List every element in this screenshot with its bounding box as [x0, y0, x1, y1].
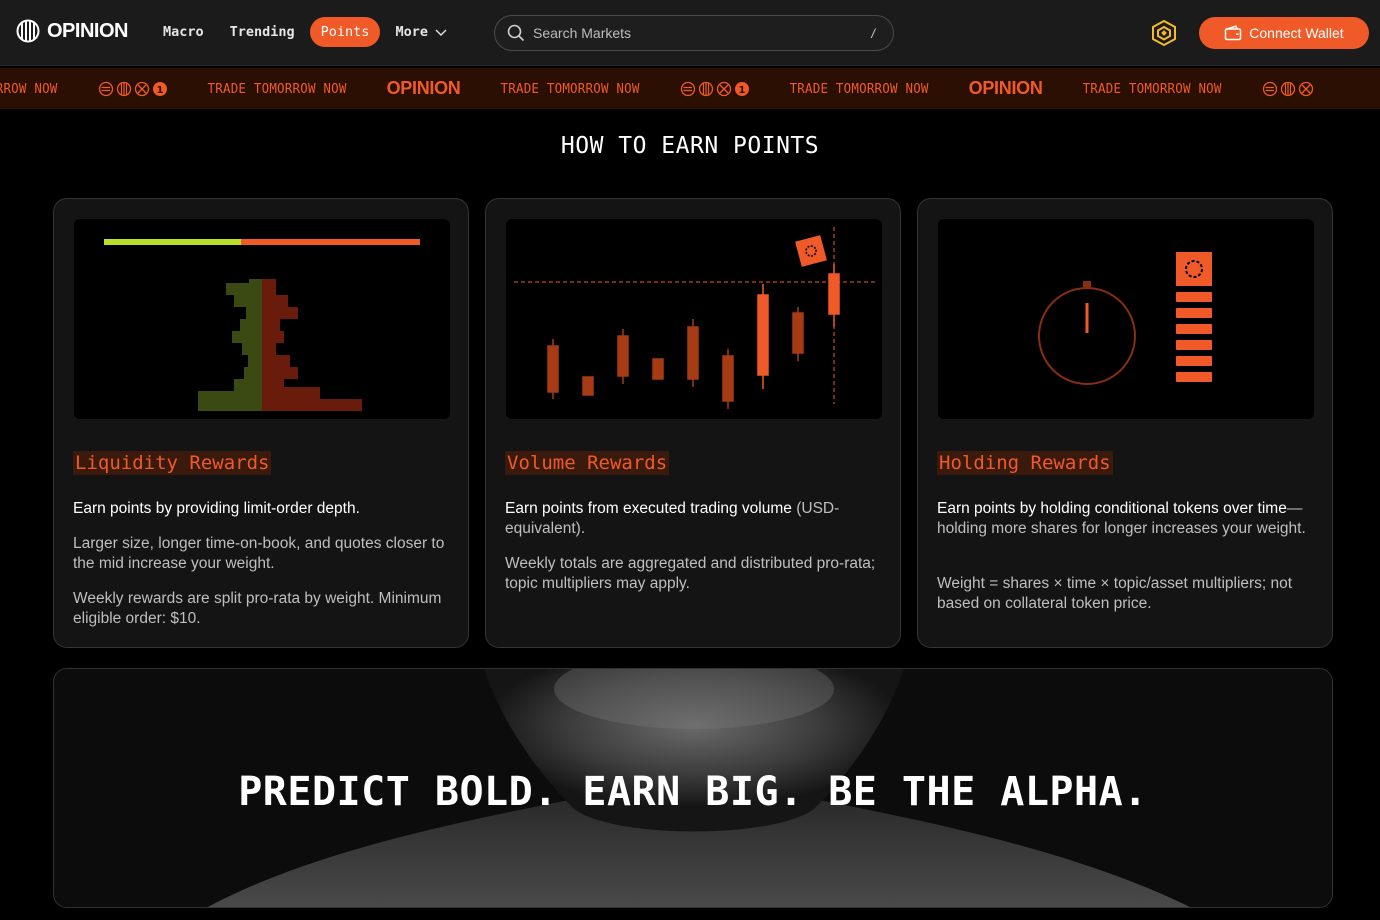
card-paragraph: Weight = shares × time × topic/asset mul… [937, 575, 1293, 612]
nav-more[interactable]: More [384, 17, 459, 47]
bnb-chain-icon[interactable] [1151, 20, 1177, 46]
card-paragraph: Weekly rewards are split pro-rata by wei… [73, 590, 442, 627]
globe-icon [698, 81, 713, 96]
timer-graphic [1038, 252, 1212, 385]
ticker-phrase: TRADE TOMORROW NOW [789, 80, 929, 97]
liquidity-rewards-card: Liquidity Rewards Earn points by providi… [53, 198, 469, 648]
candlestick-graphic [514, 227, 876, 409]
ticker-icons [1262, 81, 1314, 97]
marquee-ticker: ORROW NOW 1 TRADE TOMORROW NOW OPINION T… [0, 68, 1380, 109]
globe-logo-icon [16, 19, 40, 43]
globe-icon [116, 81, 131, 96]
card-lead-strong: Earn points from executed trading volume [505, 500, 792, 517]
card-lead-text: Earn points by holding conditional token… [937, 499, 1317, 539]
search-icon [507, 24, 525, 42]
wallet-icon [1225, 25, 1242, 41]
globe-icon [1280, 81, 1295, 96]
hero-banner: PREDICT BOLD. EARN BIG. BE THE ALPHA. [53, 668, 1333, 908]
card-paragraph: Weekly totals are aggregated and distrib… [505, 555, 876, 592]
card-lead-text: Earn points from executed trading volume… [505, 499, 885, 539]
ticker-track: ORROW NOW 1 TRADE TOMORROW NOW OPINION T… [0, 68, 1354, 109]
ticker-logo: OPINION [968, 78, 1043, 98]
number-one-icon: 1 [734, 81, 749, 96]
svg-text:1: 1 [156, 85, 163, 96]
card-lead-text: Earn points by providing limit-order dep… [73, 499, 453, 519]
logo-text: OPINION [47, 19, 128, 42]
connect-wallet-button[interactable]: Connect Wallet [1199, 17, 1369, 49]
ticker-icons: 1 [98, 81, 168, 97]
arrow-circle-icon [98, 81, 113, 96]
holding-timer-illustration [938, 219, 1314, 419]
cross-circle-icon [134, 81, 149, 96]
nav-macro[interactable]: Macro [152, 17, 215, 47]
nav-macro-label: Macro [163, 24, 204, 40]
ticker-icons: 1 [680, 81, 750, 97]
main-nav: Macro Trending Points More [152, 17, 459, 47]
chevron-down-icon [435, 29, 447, 36]
cross-circle-icon [716, 81, 731, 96]
cross-circle-icon [1298, 81, 1313, 96]
nav-points-label: Points [320, 24, 370, 40]
order-book-depth-illustration [74, 219, 450, 419]
ticker-phrase: TRADE TOMORROW NOW [1082, 80, 1222, 97]
ticker-logo: OPINION [386, 78, 461, 98]
volume-rewards-card: Volume Rewards Earn points from executed… [485, 198, 901, 648]
candlestick-illustration [506, 219, 882, 419]
card-paragraph: Larger size, longer time-on-book, and qu… [73, 535, 445, 572]
nav-more-label: More [395, 24, 428, 40]
number-one-icon: 1 [152, 81, 167, 96]
card-lead-strong: Earn points by providing limit-order dep… [73, 500, 360, 517]
top-nav-bar: OPINION Macro Trending Points More / Con… [0, 0, 1380, 66]
search-input[interactable] [533, 25, 872, 41]
nav-points[interactable]: Points [309, 17, 381, 47]
card-title: Liquidity Rewards [73, 451, 272, 475]
opinion-logo[interactable]: OPINION [16, 19, 128, 43]
connect-wallet-label: Connect Wallet [1249, 25, 1344, 41]
search-bar[interactable]: / [494, 15, 894, 51]
nav-trending[interactable]: Trending [219, 17, 306, 47]
ticker-phrase: TRADE TOMORROW NOW [500, 80, 640, 97]
section-title: HOW TO EARN POINTS [560, 133, 820, 159]
ticker-phrase: ORROW NOW [0, 80, 58, 97]
card-title: Holding Rewards [937, 451, 1113, 475]
card-title: Volume Rewards [505, 451, 670, 475]
ticker-phrase: TRADE TOMORROW NOW [207, 80, 347, 97]
holding-rewards-card: Holding Rewards Earn points by holding c… [917, 198, 1333, 648]
card-lead-strong: Earn points by holding conditional token… [937, 500, 1287, 517]
search-shortcut-hint: / [871, 25, 875, 41]
banner-headline: PREDICT BOLD. EARN BIG. BE THE ALPHA. [238, 769, 1148, 815]
svg-text:1: 1 [738, 85, 745, 96]
arrow-circle-icon [680, 81, 695, 96]
arrow-circle-icon [1262, 81, 1277, 96]
nav-trending-label: Trending [229, 24, 295, 40]
depth-chart-graphic [104, 239, 420, 411]
